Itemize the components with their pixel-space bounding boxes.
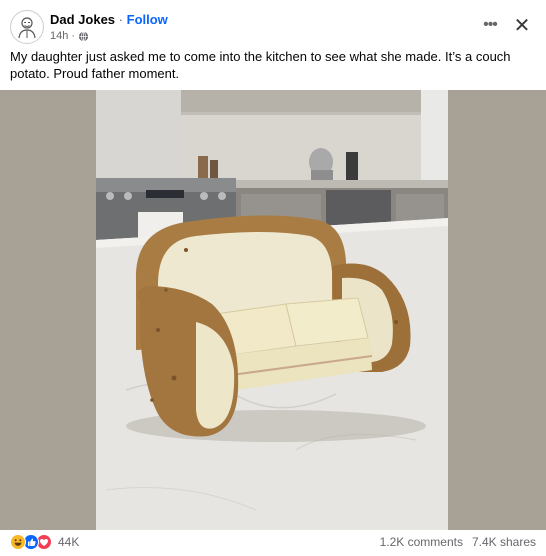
meta-separator: · (71, 30, 76, 42)
page-name-link[interactable]: Dad Jokes (50, 12, 115, 27)
post-header: Dad Jokes · Follow 14h · ••• ✕ (10, 10, 536, 46)
close-icon: ✕ (513, 15, 531, 37)
post-meta: 14h · (50, 30, 89, 42)
post-timestamp[interactable]: 14h (50, 30, 68, 42)
name-separator: · (118, 12, 124, 27)
reaction-count[interactable]: 44K (58, 534, 79, 550)
globe-icon[interactable] (78, 31, 89, 42)
reactions-summary[interactable]: 44K (10, 534, 79, 550)
follow-button[interactable]: Follow (127, 12, 168, 27)
post-caption: My daughter just asked me to come into t… (10, 49, 511, 81)
post-footer: 44K 1.2K comments 7.4K shares (10, 534, 536, 554)
avatar-drawing (12, 12, 42, 42)
ellipsis-icon: ••• (483, 16, 498, 33)
more-options-button[interactable]: ••• (478, 14, 502, 38)
shares-count-link[interactable]: 7.4K shares (472, 535, 536, 549)
close-button[interactable]: ✕ (510, 14, 534, 38)
photo-container[interactable] (0, 90, 546, 530)
haha-reaction-icon (10, 534, 26, 550)
post-card: Dad Jokes · Follow 14h · ••• ✕ My daught… (0, 0, 546, 556)
post-stats: 1.2K comments 7.4K shares (380, 535, 536, 549)
page-avatar[interactable] (10, 10, 44, 44)
comments-count-link[interactable]: 1.2K comments (380, 535, 463, 549)
couch-potato-image (96, 90, 448, 530)
post-photo[interactable] (96, 90, 448, 530)
name-row: Dad Jokes · Follow (50, 12, 168, 27)
